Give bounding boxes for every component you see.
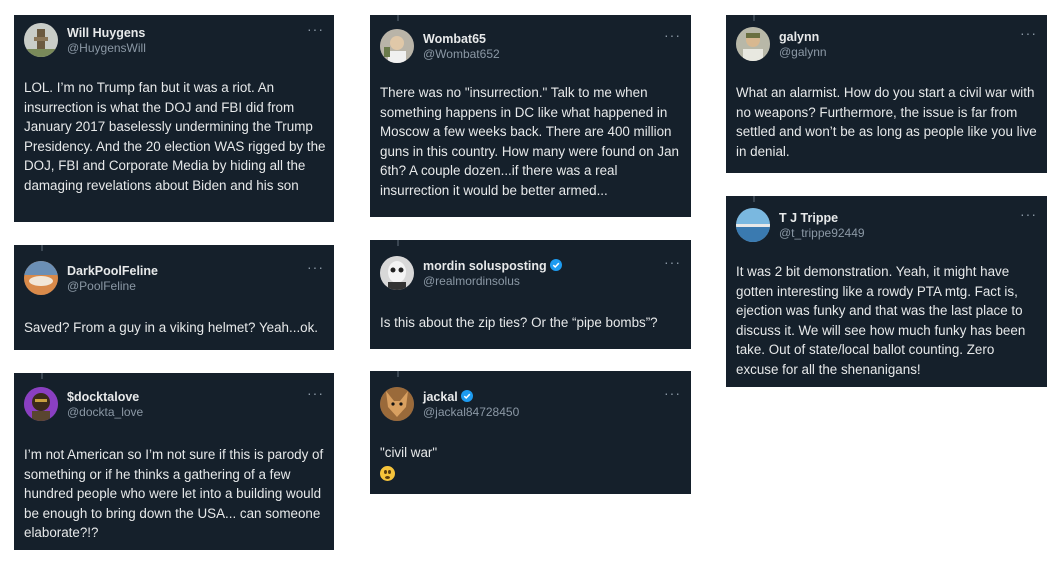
user-handle[interactable]: @dockta_love [67,405,143,420]
tweet-text: I’m not American so I’m not sure if this… [24,447,324,541]
user-handle[interactable]: @jackal84728450 [423,405,519,420]
more-options-icon[interactable]: ··· [664,386,681,400]
more-options-icon[interactable]: ··· [664,255,681,269]
tweet-text: "civil war" [380,443,683,482]
more-options-icon[interactable]: ··· [307,260,324,274]
display-name[interactable]: Wombat65 [423,32,500,47]
more-options-icon[interactable]: ··· [1020,207,1037,221]
avatar[interactable] [380,387,414,421]
more-options-icon[interactable]: ··· [664,28,681,42]
tweet-text: LOL. I’m no Trump fan but it was a riot.… [24,80,326,193]
user-handle[interactable]: @Wombat652 [423,47,500,62]
tweet-text: Is this about the zip ties? Or the “pipe… [380,315,658,330]
tweet-card[interactable]: mordin solusposting @realmordinsolus ···… [370,240,691,349]
user-handle[interactable]: @PoolFeline [67,279,158,294]
display-name[interactable]: $docktalove [67,390,143,405]
thread-line [397,15,399,21]
display-name[interactable]: mordin solusposting [423,259,562,274]
avatar[interactable] [24,23,58,57]
user-handle[interactable]: @HuygensWill [67,41,146,56]
more-options-icon[interactable]: ··· [1020,26,1037,40]
avatar[interactable] [24,387,58,421]
more-options-icon[interactable]: ··· [307,386,324,400]
avatar[interactable] [24,261,58,295]
thread-line [41,245,43,251]
tweet-card[interactable]: Will Huygens @HuygensWill ··· LOL. I’m n… [14,15,334,222]
tweet-text-line: "civil war" [380,445,438,460]
avatar[interactable] [380,256,414,290]
tweet-text: There was no "insurrection." Talk to me … [380,85,679,198]
tweet-text: What an alarmist. How do you start a civ… [736,85,1037,159]
thread-line [753,15,755,21]
user-handle[interactable]: @galynn [779,45,827,60]
more-options-icon[interactable]: ··· [307,22,324,36]
avatar[interactable] [736,208,770,242]
display-name[interactable]: Will Huygens [67,26,146,41]
thread-line [397,371,399,377]
display-name[interactable]: DarkPoolFeline [67,264,158,279]
user-handle[interactable]: @realmordinsolus [423,274,562,289]
verified-badge-icon [549,259,562,271]
flushed-face-emoji-icon [380,465,395,481]
thread-line [41,373,43,379]
tweet-card[interactable]: T J Trippe @t_trippe92449 ··· It was 2 b… [726,196,1047,387]
verified-badge-icon [460,390,473,402]
thread-line [753,196,755,202]
display-name[interactable]: galynn [779,30,827,45]
tweet-card[interactable]: $docktalove @dockta_love ··· I’m not Ame… [14,373,334,550]
thread-line [397,240,399,246]
display-name[interactable]: T J Trippe [779,211,865,226]
avatar[interactable] [380,29,414,63]
tweet-card[interactable]: Wombat65 @Wombat652 ··· There was no "in… [370,15,691,217]
tweet-card[interactable]: DarkPoolFeline @PoolFeline ··· Saved? Fr… [14,245,334,350]
tweet-card[interactable]: jackal @jackal84728450 ··· "civil war" [370,371,691,494]
user-handle[interactable]: @t_trippe92449 [779,226,865,241]
avatar[interactable] [736,27,770,61]
tweet-card[interactable]: galynn @galynn ··· What an alarmist. How… [726,15,1047,173]
display-name[interactable]: jackal [423,390,519,405]
tweet-text: It was 2 bit demonstration. Yeah, it mig… [736,264,1026,377]
tweet-text: Saved? From a guy in a viking helmet? Ye… [24,320,319,335]
